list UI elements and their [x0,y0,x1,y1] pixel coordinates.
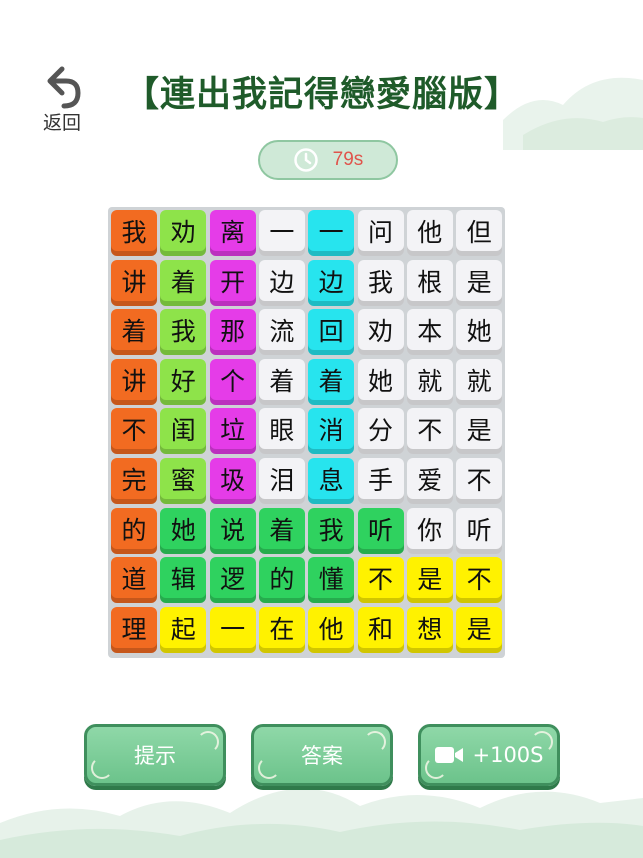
corner-ornament [197,731,219,753]
grid-tile[interactable]: 就 [406,358,453,405]
grid-tile[interactable]: 爱 [406,458,453,504]
grid-tile[interactable]: 起 [160,606,207,653]
grid-tile[interactable]: 就 [456,358,503,405]
back-button[interactable]: 返回 [34,66,90,136]
grid-tile[interactable]: 不 [111,408,157,455]
grid-tile[interactable]: 是 [456,606,503,653]
grid-tile[interactable]: 逻 [209,557,256,604]
grid-tile[interactable]: 听 [357,507,404,554]
hint-label: 提示 [134,744,176,768]
grid-tile[interactable]: 完 [111,458,157,504]
page-title: 【連出我記得戀愛腦版】 [123,75,520,115]
grid-tile[interactable]: 我 [357,259,404,306]
grid-tile[interactable]: 一 [258,210,305,256]
back-label: 返回 [42,112,81,134]
grid-tile[interactable]: 那 [209,309,256,356]
grid-tile[interactable]: 圾 [209,458,256,504]
grid-tile[interactable]: 问 [357,210,404,256]
grid-tile[interactable]: 的 [258,557,305,604]
grid-tile[interactable]: 听 [456,507,503,554]
timer-badge: 79s [258,140,398,180]
grid-tile[interactable]: 和 [357,606,404,653]
corner-ornament [425,757,447,779]
grid-tile[interactable]: 辑 [160,557,207,604]
grid-tile[interactable]: 劝 [160,210,207,256]
video-bonus-button[interactable]: +100S [418,724,560,786]
grid-tile[interactable]: 道 [111,557,157,604]
grid-tile[interactable]: 离 [209,210,256,256]
corner-ornament [91,757,113,779]
grid-tile[interactable]: 着 [160,259,207,306]
grid-tile[interactable]: 劝 [357,309,404,356]
grid-tile[interactable]: 是 [456,259,503,306]
grid-tile[interactable]: 是 [406,557,453,604]
grid-tile[interactable]: 但 [456,210,503,256]
grid-tile[interactable]: 根 [406,259,453,306]
hint-button[interactable]: 提示 [84,724,226,786]
grid-tile[interactable]: 不 [456,557,503,604]
timer-text: 79s [332,149,364,170]
grid-tile[interactable]: 讲 [111,259,157,306]
grid-tile[interactable]: 你 [406,507,453,554]
grid-tile[interactable]: 蜜 [160,458,207,504]
grid-tile[interactable]: 理 [111,606,157,653]
word-grid: 我劝离一一问他但讲着开边边我根是着我那流回劝本她讲好个着着她就就不闺垃眼消分不是… [108,207,505,658]
grid-tile[interactable]: 懂 [308,557,355,604]
corner-ornament [531,731,553,753]
grid-tile[interactable]: 说 [209,507,256,554]
grid-tile[interactable]: 个 [209,358,256,405]
grid-tile[interactable]: 着 [111,309,157,356]
answer-button[interactable]: 答案 [251,724,393,786]
grid-tile[interactable]: 她 [357,358,404,405]
grid-tile[interactable]: 我 [160,309,207,356]
grid-tile[interactable]: 开 [209,259,256,306]
grid-tile[interactable]: 手 [357,458,404,504]
grid-tile[interactable]: 垃 [209,408,256,455]
back-arrow-icon [47,66,81,109]
grid-tile[interactable]: 讲 [111,358,157,405]
grid-tile[interactable]: 泪 [258,458,305,504]
grid-tile[interactable]: 闺 [160,408,207,455]
grid-tile[interactable]: 眼 [258,408,305,455]
grid-tile[interactable]: 在 [258,606,305,653]
grid-tile[interactable]: 边 [308,259,355,306]
grid-tile[interactable]: 着 [308,358,355,405]
answer-label: 答案 [301,744,343,768]
grid-tile[interactable]: 着 [258,358,305,405]
grid-tile[interactable]: 好 [160,358,207,405]
grid-tile[interactable]: 是 [456,408,503,455]
corner-ornament [258,757,280,779]
grid-tile[interactable]: 本 [406,309,453,356]
grid-tile[interactable]: 想 [406,606,453,653]
grid-tile[interactable]: 分 [357,408,404,455]
grid-tile[interactable]: 我 [111,210,157,256]
grid-tile[interactable]: 一 [209,606,256,653]
grid-tile[interactable]: 她 [160,507,207,554]
grid-tile[interactable]: 回 [308,309,355,356]
grid-tile[interactable]: 边 [258,259,305,306]
corner-ornament [364,731,386,753]
grid-tile[interactable]: 不 [357,557,404,604]
grid-tile[interactable]: 她 [456,309,503,356]
grid-tile[interactable]: 着 [258,507,305,554]
grid-tile[interactable]: 不 [456,458,503,504]
grid-tile[interactable]: 我 [308,507,355,554]
grid-tile[interactable]: 息 [308,458,355,504]
grid-tile[interactable]: 消 [308,408,355,455]
grid-tile[interactable]: 的 [111,507,157,554]
grid-tile[interactable]: 他 [406,210,453,256]
grid-tile[interactable]: 不 [406,408,453,455]
clock-icon [293,148,318,172]
grid-tile[interactable]: 流 [258,309,305,356]
grid-tile[interactable]: 一 [308,210,355,256]
grid-tile[interactable]: 他 [308,606,355,653]
